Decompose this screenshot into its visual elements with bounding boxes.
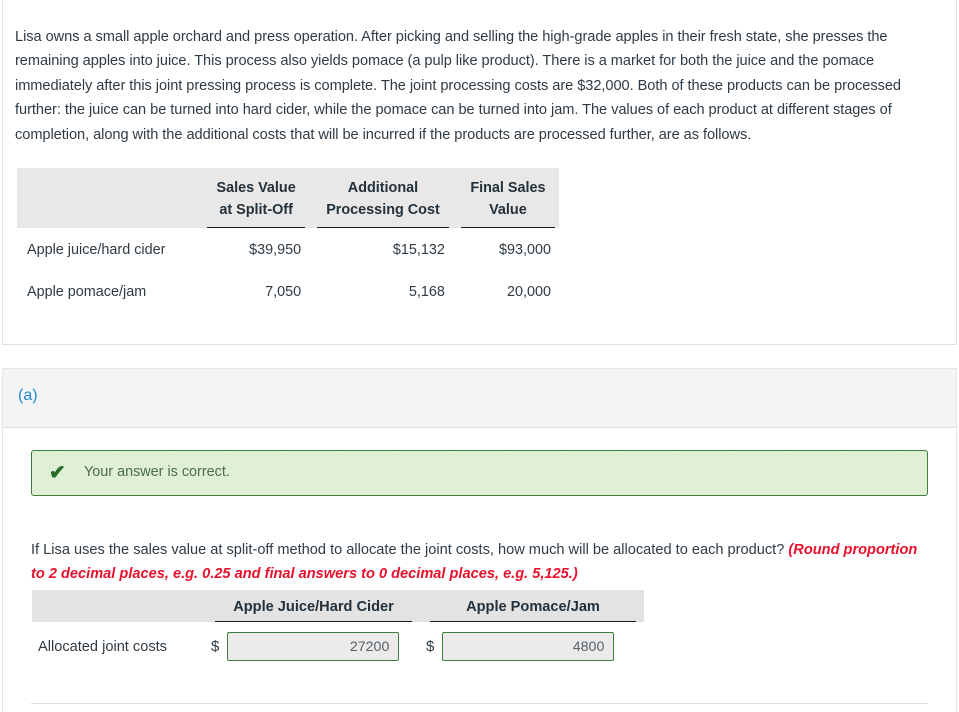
cell-final-sales-value: $93,000	[452, 228, 559, 270]
product-values-table-head: Sales Value at Split-Off Additional Proc…	[17, 168, 559, 228]
check-icon: ✔	[49, 462, 66, 484]
table-row: Allocated joint costs $ $	[32, 622, 644, 669]
header-line-2: Processing Cost	[326, 202, 440, 218]
answer-header-apple-juice-hard-cider: Apple Juice/Hard Cider	[205, 590, 420, 622]
header-line-1: Additional	[347, 180, 419, 196]
table-row: Apple juice/hard cider $39,950 $15,132 $…	[17, 228, 559, 270]
apple-pomace-answer-cell: $	[420, 622, 644, 669]
apple-juice-answer-cell: $	[205, 622, 420, 669]
currency-symbol: $	[211, 638, 220, 655]
answer-status-text: Your answer is correct.	[84, 464, 230, 480]
apple-pomace-money-group: $	[420, 632, 644, 661]
header-final-sales-value-inner: Final Sales Value	[460, 168, 555, 228]
answer-header-apple-juice-hard-cider-inner: Apple Juice/Hard Cider	[215, 592, 412, 622]
product-values-table: Sales Value at Split-Off Additional Proc…	[17, 168, 559, 312]
table-row: Apple pomace/jam 7,050 5,168 20,000	[17, 270, 559, 312]
product-values-table-body: Apple juice/hard cider $39,950 $15,132 $…	[17, 228, 559, 312]
allocated-joint-costs-header-row: Apple Juice/Hard Cider Apple Pomace/Jam	[32, 590, 644, 622]
question-text: If Lisa uses the sales value at split-of…	[31, 541, 789, 558]
cell-additional-processing-cost: $15,132	[309, 228, 453, 270]
part-a-header-band: (a)	[2, 368, 957, 428]
cell-sales-value-at-split-off: $39,950	[199, 228, 310, 270]
status-badge: ✔ Your answer is correct.	[31, 450, 928, 496]
bottom-divider	[31, 703, 928, 704]
row-label: Apple juice/hard cider	[17, 228, 200, 270]
header-sales-value-at-split-off: Sales Value at Split-Off	[199, 168, 309, 228]
allocated-joint-costs-table-head: Apple Juice/Hard Cider Apple Pomace/Jam	[32, 590, 644, 622]
product-values-header-row: Sales Value at Split-Off Additional Proc…	[17, 168, 559, 228]
header-line-1: Final Sales	[470, 180, 546, 196]
part-label: (a)	[18, 387, 38, 404]
header-additional-processing-cost-inner: Additional Processing Cost	[317, 168, 449, 228]
currency-symbol: $	[426, 638, 435, 655]
row-label: Apple pomace/jam	[17, 270, 200, 312]
cell-sales-value-at-split-off: 7,050	[199, 270, 310, 312]
allocated-joint-costs-table-body: Allocated joint costs $ $	[32, 622, 644, 669]
question-prompt: If Lisa uses the sales value at split-of…	[31, 538, 929, 587]
header-line-2: at Split-Off	[219, 202, 293, 218]
problem-statement-text: Lisa owns a small apple orchard and pres…	[15, 28, 901, 143]
apple-pomace-allocated-cost-input[interactable]	[442, 632, 615, 661]
answer-header-blank-cell	[32, 590, 205, 622]
header-sales-value-at-split-off-inner: Sales Value at Split-Off	[207, 168, 306, 228]
header-line-2: Value	[489, 202, 527, 218]
header-line-1: Sales Value	[216, 180, 296, 196]
allocated-joint-costs-label: Allocated joint costs	[32, 622, 205, 669]
allocated-joint-costs-table: Apple Juice/Hard Cider Apple Pomace/Jam …	[32, 590, 644, 669]
apple-juice-allocated-cost-input[interactable]	[227, 632, 400, 661]
cell-additional-processing-cost: 5,168	[309, 270, 453, 312]
header-additional-processing-cost: Additional Processing Cost	[309, 168, 453, 228]
header-final-sales-value: Final Sales Value	[453, 168, 559, 228]
answer-header-apple-pomace-jam-inner: Apple Pomace/Jam	[430, 592, 636, 622]
problem-statement-card: Lisa owns a small apple orchard and pres…	[2, 0, 957, 345]
answer-header-apple-pomace-jam: Apple Pomace/Jam	[420, 590, 644, 622]
apple-juice-money-group: $	[205, 632, 420, 661]
header-blank-cell	[17, 168, 199, 228]
cell-final-sales-value: 20,000	[452, 270, 559, 312]
